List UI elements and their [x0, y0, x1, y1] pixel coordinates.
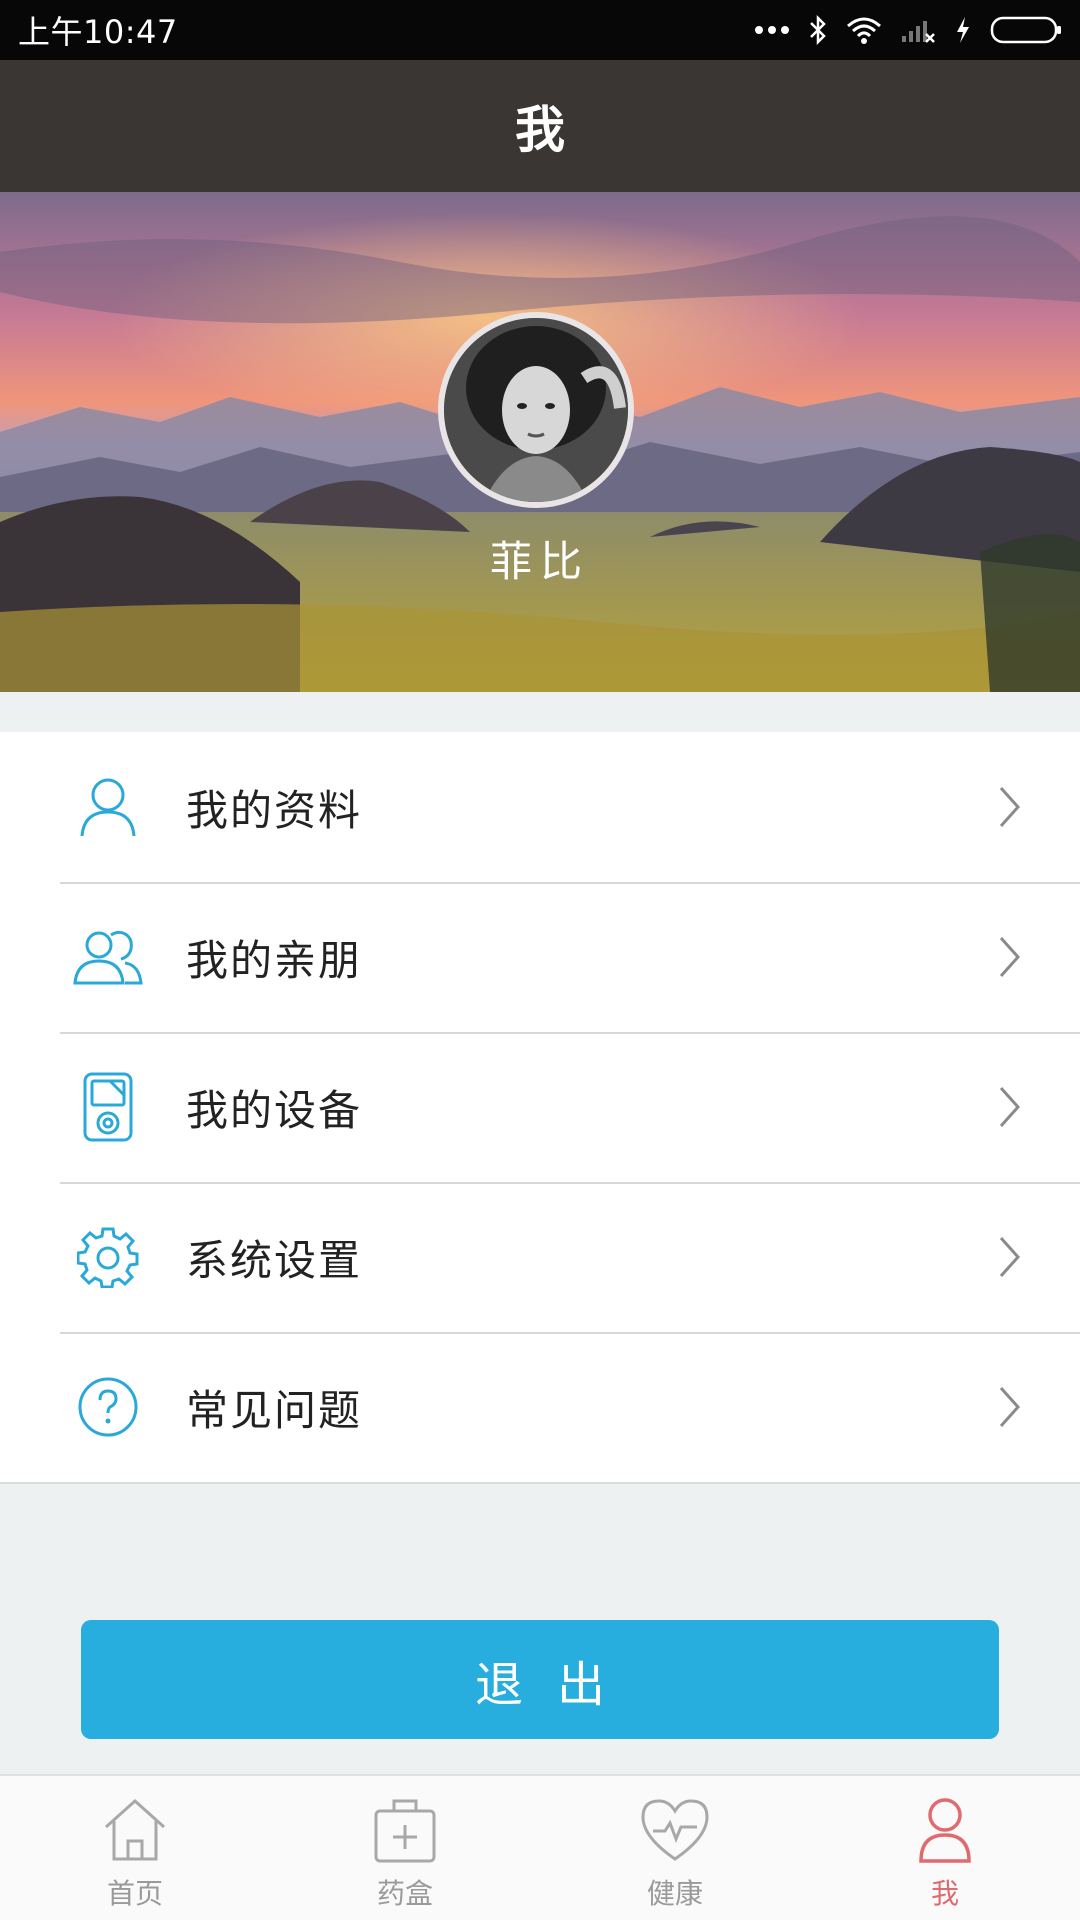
nav-item-home[interactable]: 首页	[0, 1776, 270, 1920]
battery-icon	[990, 15, 1062, 45]
user-icon	[72, 771, 144, 843]
logout-button[interactable]: 退出	[81, 1620, 999, 1739]
more-dots-icon	[754, 25, 790, 35]
profile-banner: 菲比	[0, 192, 1080, 692]
menu-item-my-profile[interactable]: 我的资料	[0, 732, 1080, 882]
person-icon	[905, 1790, 985, 1870]
page-title: 我	[515, 101, 565, 159]
menu-item-label: 我的资料	[186, 785, 363, 835]
wifi-icon	[846, 16, 882, 44]
menu-item-faq[interactable]: 常见问题	[0, 1332, 1080, 1482]
medicine-box-icon	[365, 1790, 445, 1870]
gear-icon	[72, 1221, 144, 1293]
menu-item-my-friends[interactable]: 我的亲朋	[0, 882, 1080, 1032]
settings-menu: 我的资料 我的亲朋 我的设备 系统设置 常见问题	[0, 732, 1080, 1484]
chevron-right-icon	[998, 1084, 1028, 1130]
status-icons	[754, 15, 1062, 45]
nav-label: 健康	[646, 1877, 703, 1910]
menu-item-system-settings[interactable]: 系统设置	[0, 1182, 1080, 1332]
chevron-right-icon	[998, 934, 1028, 980]
avatar-photo	[444, 318, 628, 502]
chevron-right-icon	[998, 1384, 1028, 1430]
status-time: 上午10:47	[18, 13, 178, 51]
menu-item-label: 我的亲朋	[186, 935, 363, 985]
nav-item-me[interactable]: 我	[810, 1776, 1080, 1920]
nav-item-health[interactable]: 健康	[540, 1776, 810, 1920]
title-bar: 我	[0, 60, 1080, 192]
device-icon	[72, 1071, 144, 1143]
chevron-right-icon	[998, 1234, 1028, 1280]
menu-item-my-devices[interactable]: 我的设备	[0, 1032, 1080, 1182]
status-bar: 上午10:47	[0, 0, 1080, 60]
menu-item-label: 常见问题	[186, 1385, 363, 1435]
signal-icon	[900, 16, 936, 44]
profile-name: 菲比	[489, 537, 590, 586]
nav-label: 我	[930, 1877, 959, 1910]
menu-item-label: 系统设置	[186, 1235, 363, 1285]
heart-pulse-icon	[635, 1790, 715, 1870]
menu-item-label: 我的设备	[186, 1085, 363, 1135]
nav-label: 药盒	[376, 1877, 433, 1910]
chevron-right-icon	[998, 784, 1028, 830]
nav-label: 首页	[106, 1877, 163, 1910]
nav-item-medicine-box[interactable]: 药盒	[270, 1776, 540, 1920]
friends-icon	[72, 921, 144, 993]
bottom-nav: 首页 药盒 健康 我	[0, 1774, 1080, 1920]
bluetooth-icon	[808, 15, 828, 45]
charging-icon	[954, 15, 972, 45]
question-icon	[72, 1371, 144, 1443]
home-icon	[95, 1790, 175, 1870]
avatar[interactable]	[438, 312, 634, 508]
